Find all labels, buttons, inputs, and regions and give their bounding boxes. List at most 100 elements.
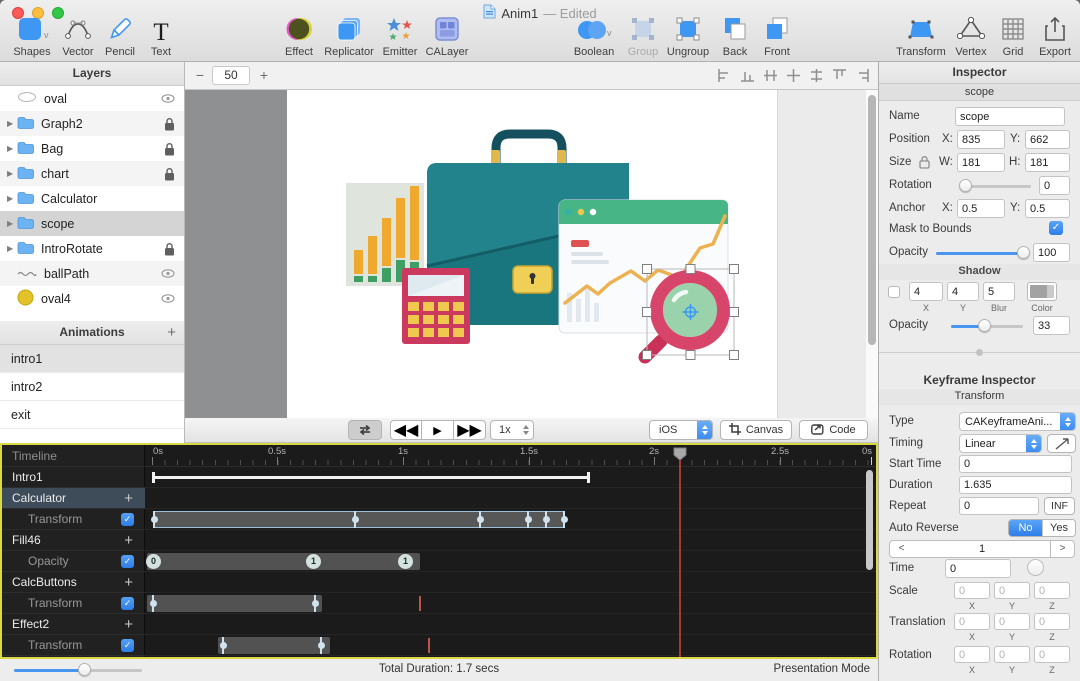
track-enabled-checkbox[interactable]: ✓: [121, 596, 134, 610]
shadow-blur-field[interactable]: [983, 282, 1015, 301]
keyframe-next-button[interactable]: >: [1050, 540, 1075, 558]
layer-row-ballpath[interactable]: ballPath: [0, 261, 184, 286]
bring-front-tool[interactable]: Front: [741, 17, 813, 58]
track-calculator[interactable]: Calculator +: [2, 488, 145, 509]
effect2-transform-bar[interactable]: [218, 637, 330, 654]
rewind-button[interactable]: ◀◀: [390, 420, 422, 440]
animation-row-intro2[interactable]: intro2: [0, 373, 184, 401]
shadow-opacity-field[interactable]: [1033, 316, 1070, 335]
translation-z-field[interactable]: [1034, 613, 1070, 630]
track-enabled-checkbox[interactable]: ✓: [121, 638, 134, 652]
opacity-keyframe-marker[interactable]: 0: [146, 551, 161, 572]
disclosure-triangle-icon[interactable]: ▶: [7, 219, 17, 228]
track-enabled-checkbox[interactable]: ✓: [121, 512, 134, 526]
lock-icon[interactable]: [164, 142, 175, 156]
auto-reverse-segmented[interactable]: No Yes: [1008, 519, 1076, 537]
opacity-field[interactable]: [1033, 243, 1070, 262]
time-field[interactable]: [945, 559, 1011, 578]
align-bottom-icon[interactable]: [740, 68, 755, 88]
shadow-x-field[interactable]: [909, 282, 943, 301]
timeline-ruler[interactable]: 0s 0.5s 1s 1.5s 2s 2.5s 0s: [145, 445, 876, 467]
playhead-handle[interactable]: [673, 447, 687, 466]
keyframe-marker[interactable]: [219, 637, 227, 654]
lock-icon[interactable]: [164, 117, 175, 131]
repeat-infinite-button[interactable]: INF: [1044, 497, 1075, 515]
keyframe-marker[interactable]: [560, 511, 568, 528]
animation-row-exit[interactable]: exit: [0, 401, 184, 429]
type-dropdown[interactable]: CAKeyframeAni...: [959, 412, 1076, 431]
shadow-y-field[interactable]: [947, 282, 979, 301]
rotation-y-field[interactable]: [994, 646, 1030, 663]
rotation-field[interactable]: [1039, 176, 1070, 195]
size-h-field[interactable]: [1025, 153, 1070, 172]
timing-curve-button[interactable]: [1047, 434, 1076, 453]
shadow-color-well[interactable]: [1027, 282, 1057, 301]
add-track-button[interactable]: +: [124, 532, 133, 549]
disclosure-triangle-icon[interactable]: ▶: [7, 244, 17, 253]
platform-dropdown[interactable]: iOS: [649, 420, 713, 440]
visibility-eye-icon[interactable]: [161, 294, 175, 303]
add-animation-button[interactable]: +: [167, 321, 176, 344]
keyframe-marker[interactable]: [542, 511, 550, 528]
duration-field[interactable]: [959, 476, 1072, 494]
keyframe-marker[interactable]: [317, 637, 325, 654]
layer-row-calculator[interactable]: ▶ Calculator: [0, 186, 184, 211]
layer-row-scope[interactable]: ▶ scope: [0, 211, 184, 236]
disclosure-triangle-icon[interactable]: ▶: [7, 194, 17, 203]
rotation-x-field[interactable]: [954, 646, 990, 663]
loop-button[interactable]: [348, 420, 382, 440]
distribute-vertical-icon[interactable]: [809, 68, 824, 88]
disclosure-triangle-icon[interactable]: ▶: [7, 119, 17, 128]
canvas-mode-button[interactable]: Canvas: [720, 420, 792, 440]
add-track-button[interactable]: +: [124, 616, 133, 633]
align-top-icon[interactable]: [832, 68, 847, 88]
zoom-level-field[interactable]: 50: [212, 66, 250, 85]
track-effect2[interactable]: Effect2 +: [2, 614, 145, 635]
add-track-button[interactable]: +: [124, 574, 133, 591]
rotation-z-field[interactable]: [1034, 646, 1070, 663]
auto-reverse-yes[interactable]: Yes: [1042, 520, 1075, 536]
name-field[interactable]: [955, 107, 1065, 126]
align-center-icon[interactable]: [786, 68, 801, 88]
scale-x-field[interactable]: [954, 582, 990, 599]
lock-icon[interactable]: [164, 167, 175, 181]
zoom-in-button[interactable]: +: [255, 66, 273, 84]
export-tool[interactable]: Export: [1019, 16, 1080, 58]
layer-row-introrotate[interactable]: ▶ IntroRotate: [0, 236, 184, 261]
anchor-y-field[interactable]: [1025, 199, 1070, 218]
disclosure-triangle-icon[interactable]: ▶: [7, 144, 17, 153]
layer-row-graph2[interactable]: ▶ Graph2: [0, 111, 184, 136]
layer-row-bag[interactable]: ▶ Bag: [0, 136, 184, 161]
scale-z-field[interactable]: [1034, 582, 1070, 599]
track-fill46[interactable]: Fill46 +: [2, 530, 145, 551]
keyframe-marker[interactable]: [524, 511, 532, 528]
size-w-field[interactable]: [957, 153, 1005, 172]
layer-row-oval4[interactable]: oval4: [0, 286, 184, 311]
align-right-icon[interactable]: [855, 68, 870, 88]
repeat-field[interactable]: [959, 497, 1039, 515]
intro1-duration-bar[interactable]: [152, 476, 590, 479]
auto-reverse-no[interactable]: No: [1009, 520, 1042, 536]
zoom-out-button[interactable]: −: [191, 66, 209, 84]
scale-y-field[interactable]: [994, 582, 1030, 599]
shadow-checkbox[interactable]: [888, 286, 900, 298]
visibility-eye-icon[interactable]: [161, 94, 175, 103]
time-record-dot[interactable]: [1027, 559, 1044, 576]
animation-row-intro1[interactable]: intro1: [0, 345, 184, 373]
calcbuttons-transform-bar[interactable]: [147, 595, 322, 612]
keyframe-marker[interactable]: [311, 595, 319, 612]
code-mode-button[interactable]: Code: [799, 420, 868, 440]
speed-stepper[interactable]: 1x: [490, 420, 534, 440]
keyframe-marker[interactable]: [476, 511, 484, 528]
distribute-horizontal-icon[interactable]: [763, 68, 778, 88]
track-effect2-transform[interactable]: Transform ✓: [2, 635, 145, 656]
layer-row-chart[interactable]: ▶ chart: [0, 161, 184, 186]
keyframe-marker[interactable]: [149, 595, 157, 612]
track-calculator-transform[interactable]: Transform ✓: [2, 509, 145, 530]
size-lock-icon[interactable]: [919, 155, 930, 172]
position-x-field[interactable]: [957, 130, 1005, 149]
fill46-opacity-bar[interactable]: [147, 553, 420, 570]
keyframe-marker[interactable]: [150, 511, 158, 528]
track-calcbuttons-transform[interactable]: Transform ✓: [2, 593, 145, 614]
translation-y-field[interactable]: [994, 613, 1030, 630]
